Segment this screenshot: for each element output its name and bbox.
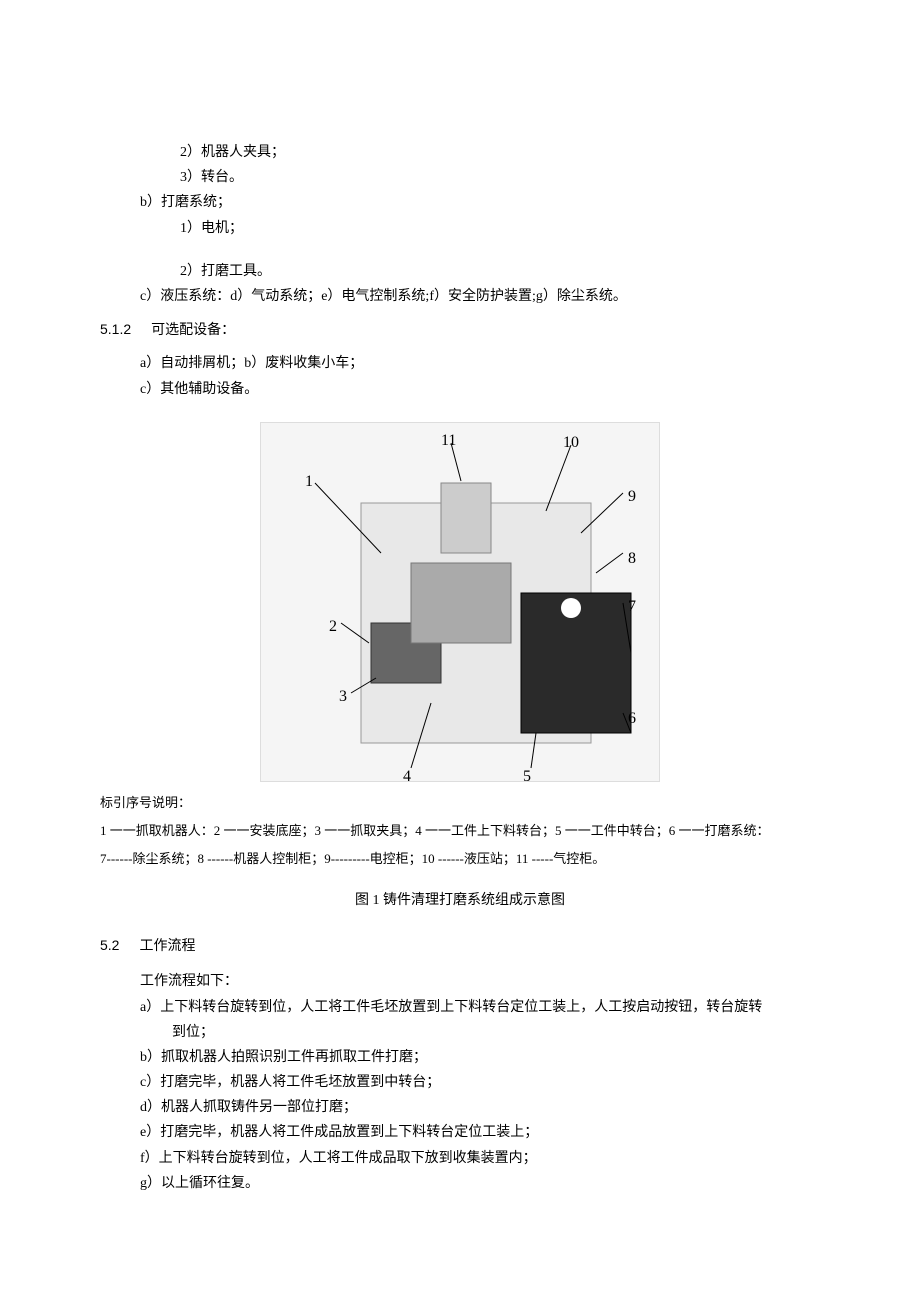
workflow-item-a-cont: 到位；	[100, 1020, 820, 1045]
section-number: 5.1.2	[100, 317, 131, 342]
section-5-2: 5.2 工作流程	[100, 933, 820, 959]
workflow-item-d: d）机器人抓取铸件另一部位打磨；	[100, 1095, 820, 1120]
optional-item-a: a）自动排屑机；b）废料收集小车；	[100, 351, 820, 376]
workflow-item-g: g）以上循环往复。	[100, 1171, 820, 1196]
section-number: 5.2	[100, 933, 119, 958]
figure-label-9: 9	[628, 483, 636, 512]
figure-label-5: 5	[523, 763, 531, 792]
workflow-item-b: b）抓取机器人拍照识别工件再抓取工件打磨；	[100, 1045, 820, 1070]
list-item-c: c）液压系统：d）气动系统；e）电气控制系统;f）安全防护装置;g）除尘系统。	[100, 284, 820, 309]
optional-item-c: c）其他辅助设备。	[100, 377, 820, 402]
list-item-a2: 2）机器人夹具；	[100, 140, 820, 165]
figure-1: 1 2 3 4 5 6 7 8 9 10 11	[100, 422, 820, 782]
figure-label-1: 1	[305, 468, 313, 497]
figure-label-6: 6	[628, 705, 636, 734]
workflow-item-c: c）打磨完毕，机器人将工件毛坯放置到中转台；	[100, 1070, 820, 1095]
figure-label-8: 8	[628, 545, 636, 574]
list-item-b2: 2）打磨工具。	[100, 259, 820, 284]
machine-diagram-svg	[261, 423, 661, 783]
section-5-1-2: 5.1.2 可选配设备：	[100, 317, 820, 343]
workflow-item-f: f）上下料转台旋转到位，人工将工件成品取下放到收集装置内；	[100, 1146, 820, 1171]
figure-label-2: 2	[329, 613, 337, 642]
legend-title: 标引序号说明：	[100, 792, 820, 814]
section-title: 工作流程	[139, 939, 195, 954]
workflow-intro: 工作流程如下：	[100, 969, 820, 994]
figure-caption: 图 1 铸件清理打磨系统组成示意图	[100, 888, 820, 913]
section-title: 可选配设备：	[151, 323, 235, 338]
list-item-b: b）打磨系统；	[100, 190, 820, 215]
figure-label-4: 4	[403, 763, 411, 792]
legend-line-1: 1 一一抓取机器人：2 一一安装底座；3 一一抓取夹具；4 一一工件上下料转台；…	[100, 820, 820, 842]
list-item-b1: 1）电机；	[100, 216, 820, 241]
figure-label-10: 10	[563, 429, 579, 458]
figure-label-7: 7	[628, 593, 636, 622]
figure-label-3: 3	[339, 683, 347, 712]
list-item-a3: 3）转台。	[100, 165, 820, 190]
legend-line-2: 7------除尘系统；8 ------机器人控制柜；9---------电控柜…	[100, 848, 820, 870]
workflow-item-e: e）打磨完毕，机器人将工件成品放置到上下料转台定位工装上；	[100, 1120, 820, 1145]
figure-label-11: 11	[441, 427, 456, 456]
workflow-item-a: a）上下料转台旋转到位，人工将工件毛坯放置到上下料转台定位工装上，人工按启动按钮…	[100, 995, 820, 1020]
figure-diagram: 1 2 3 4 5 6 7 8 9 10 11	[260, 422, 660, 782]
